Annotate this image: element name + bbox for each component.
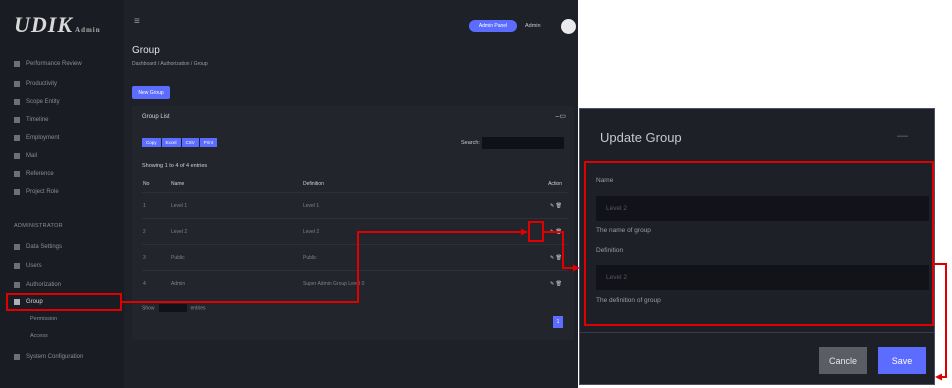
arrow-edit-to-modal	[544, 231, 573, 269]
arrow-body-to-save	[934, 263, 947, 378]
arrow-group-to-edit	[122, 231, 522, 303]
annotation-arrows	[122, 228, 947, 381]
arrowhead	[573, 264, 580, 272]
arrowhead	[521, 228, 528, 236]
arrowhead	[935, 373, 942, 381]
